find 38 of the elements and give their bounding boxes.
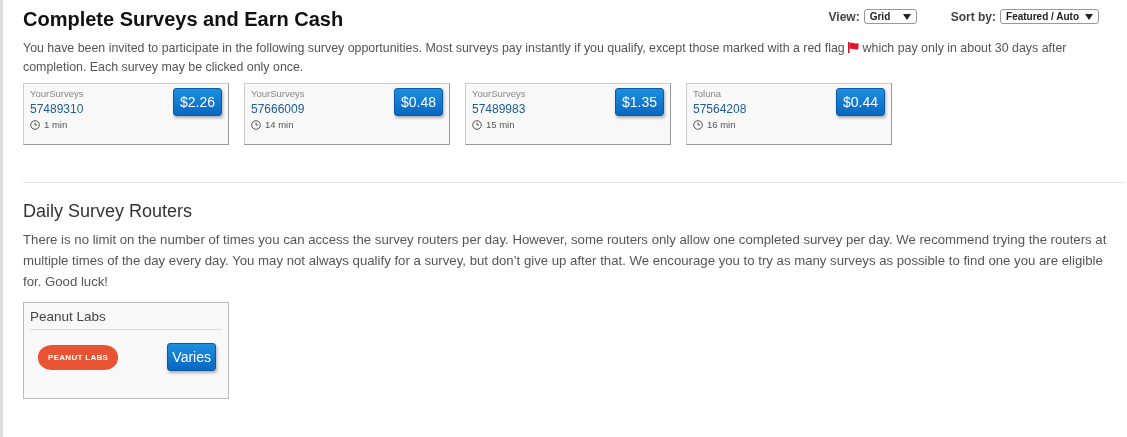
duration-text: 14 min — [265, 119, 294, 130]
intro-text: You have been invited to participate in the following survey opportunities. Most surveys pay instantly if you qualify, except those marked with a red flag which pay only in about 30 days after completion. Each survey may be clicked only once. — [23, 40, 1068, 76]
survey-card[interactable]: Toluna 57564208 16 min $0.44 — [686, 83, 892, 145]
clock-icon — [693, 119, 703, 130]
provider-name: YourSurveys — [251, 88, 305, 99]
clock-icon — [251, 119, 261, 130]
survey-card[interactable]: YourSurveys 57666009 14 min $0.48 — [244, 83, 450, 145]
survey-link[interactable]: 57564208 — [693, 102, 747, 116]
survey-card[interactable]: YourSurveys 57489310 1 min $2.26 — [23, 83, 229, 145]
sort-label: Sort by: — [950, 9, 997, 24]
section-title: Daily Survey Routers — [23, 201, 194, 222]
router-name: Peanut Labs — [30, 309, 222, 330]
varies-button[interactable]: Varies — [167, 343, 216, 371]
duration-text: 15 min — [486, 119, 515, 130]
page-title: Complete Surveys and Earn Cash — [23, 8, 344, 31]
routers-text: There is no limit on the number of times you can access the survey routers per day. However, some routers only allow one completed survey per day. We recommend trying the routers at multiple times of the day every day. You may not always qualify for a survey, but don’t give up after that. We encourage you to try as many surveys as possible to find one you are eligible for. Good luck! — [23, 231, 1108, 291]
duration-text: 1 min — [44, 119, 68, 130]
provider-name: Toluna — [693, 88, 722, 99]
survey-link[interactable]: 57489310 — [30, 102, 84, 116]
clock-icon — [472, 119, 482, 130]
caret-icon — [1085, 13, 1093, 20]
survey-link[interactable]: 57489983 — [472, 102, 526, 116]
duration-text: 16 min — [707, 119, 736, 130]
flag-icon — [848, 42, 860, 53]
price-button[interactable]: $0.48 — [393, 88, 443, 116]
price-button[interactable]: $1.35 — [614, 88, 664, 116]
clock-icon — [30, 119, 40, 130]
sort-dropdown[interactable]: Featured / Auto — [1000, 9, 1099, 24]
router-logo[interactable]: PEANUT LABS — [38, 344, 119, 370]
view-dropdown[interactable]: Grid — [863, 9, 917, 24]
price-button[interactable]: $2.26 — [172, 88, 222, 116]
provider-name: YourSurveys — [472, 88, 526, 99]
survey-link[interactable]: 57666009 — [251, 102, 305, 116]
caret-icon — [902, 13, 911, 20]
view-label: View: — [828, 9, 860, 24]
provider-name: YourSurveys — [30, 88, 84, 99]
price-button[interactable]: $0.44 — [835, 88, 885, 116]
survey-card[interactable]: YourSurveys 57489983 15 min $1.35 — [465, 83, 671, 145]
